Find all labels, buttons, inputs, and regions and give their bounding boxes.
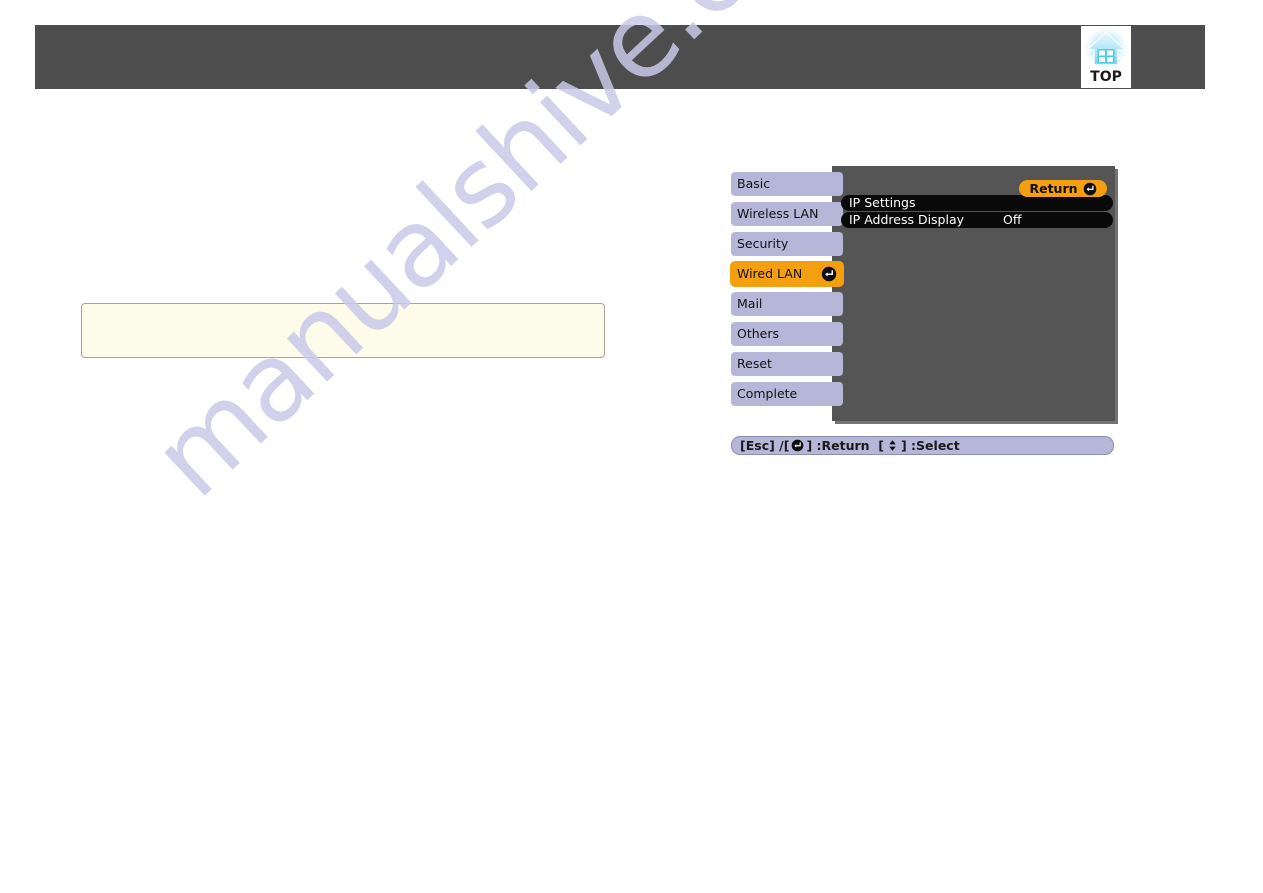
status-return-text: ] :Return [ <box>806 438 884 453</box>
osd-tab-label: Complete <box>737 386 798 401</box>
osd-tab-security[interactable]: Security <box>731 232 845 256</box>
top-button-label: TOP <box>1090 69 1122 85</box>
header-bar <box>35 25 1205 89</box>
osd-tab-list: Basic Wireless LAN Security Wired LAN Ma… <box>731 172 845 412</box>
enter-key-icon <box>791 439 804 452</box>
osd-tab-label: Security <box>737 236 789 251</box>
osd-tab-label: Mail <box>737 296 763 311</box>
osd-tab-wired-lan[interactable]: Wired LAN <box>731 262 845 286</box>
osd-tab-others[interactable]: Others <box>731 322 845 346</box>
osd-tab-complete[interactable]: Complete <box>731 382 845 406</box>
return-button-label: Return <box>1029 181 1078 196</box>
enter-key-icon <box>821 266 837 282</box>
projector-osd-menu: Basic Wireless LAN Security Wired LAN Ma… <box>731 166 1121 461</box>
home-icon <box>1083 27 1129 71</box>
osd-tab-basic[interactable]: Basic <box>731 172 845 196</box>
return-button[interactable]: Return <box>1019 180 1107 197</box>
enter-key-icon <box>1083 182 1097 196</box>
osd-tab-wireless-lan[interactable]: Wireless LAN <box>731 202 845 226</box>
osd-tab-reset[interactable]: Reset <box>731 352 845 376</box>
osd-row-label: IP Address Display <box>849 212 965 227</box>
osd-tab-label: Basic <box>737 176 771 191</box>
status-select-text: ] :Select <box>900 438 960 453</box>
osd-status-bar: [Esc] /[ ] :Return [ ] :Select <box>731 436 1114 455</box>
osd-row-ip-address-display[interactable]: IP Address Display Off <box>841 212 1113 228</box>
osd-row-label: IP Settings <box>849 195 916 210</box>
top-button[interactable]: TOP <box>1081 26 1131 88</box>
osd-tab-label: Wired LAN <box>737 266 803 281</box>
note-callout-box <box>81 303 605 358</box>
osd-tab-mail[interactable]: Mail <box>731 292 845 316</box>
osd-row-value: Off <box>1003 212 1022 227</box>
status-esc-text: [Esc] /[ <box>740 438 790 453</box>
osd-row-ip-settings[interactable]: IP Settings <box>841 195 1113 211</box>
osd-tab-label: Wireless LAN <box>737 206 819 221</box>
osd-tab-label: Others <box>737 326 780 341</box>
up-down-arrow-icon <box>886 439 899 452</box>
osd-tab-label: Reset <box>737 356 772 371</box>
osd-settings-list: IP Settings IP Address Display Off <box>841 195 1113 229</box>
